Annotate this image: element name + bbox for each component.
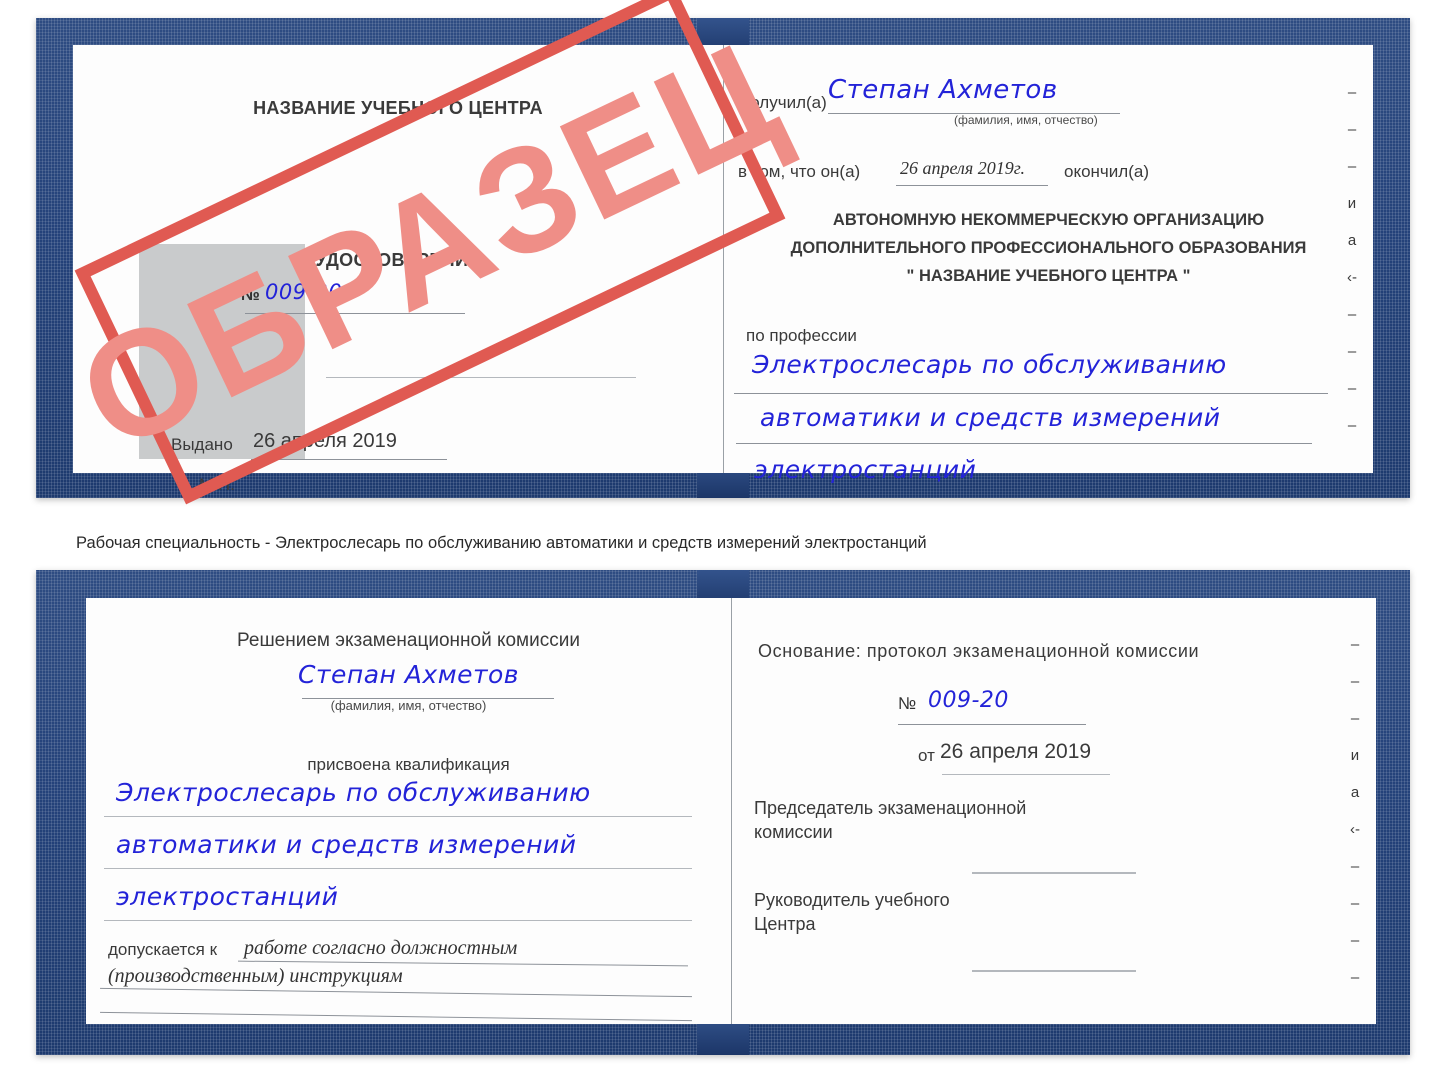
qualification-rule-2 [104,868,692,869]
organization-line-3: " НАЗВАНИЕ УЧЕБНОГО ЦЕНТРА " [906,267,1191,285]
certificate-top: НАЗВАНИЕ УЧЕБНОГО ЦЕНТРА УДОСТОВЕРЕНИЕ №… [36,18,1410,498]
edge-mark: – [1347,121,1357,138]
edge-mark: а [1350,784,1360,801]
edge-mark: – [1347,417,1357,434]
edge-mark: – [1347,306,1357,323]
certificate-bottom-right-page: Основание: протокол экзаменационной коми… [731,598,1376,1024]
recipient-name: Степан Ахметов [828,75,1058,105]
edge-mark: – [1350,932,1360,949]
edge-mark: и [1347,195,1357,212]
protocol-number-value: 009-20 [928,688,1009,713]
blank-rule-1 [326,377,636,378]
edge-mark: ‹- [1350,821,1360,838]
issued-date-value: 26 апреля 2019 [253,430,397,452]
edge-mark: – [1347,158,1357,175]
chairman-label-line-2: комиссии [754,822,833,842]
seal-mark-label: М.П. [199,475,235,494]
organization-line-1: АВТОНОМНУЮ НЕКОММЕРЧЕСКУЮ ОРГАНИЗАЦИЮ [832,211,1265,229]
protocol-number-rule [898,724,1086,725]
holder-name: Степан Ахметов [297,660,520,689]
completion-date-rule [896,185,1048,186]
image-caption: Рабочая специальность - Электрослесарь п… [76,534,927,552]
edge-mark: – [1350,636,1360,653]
number-symbol: № [241,285,260,304]
edge-mark: а [1347,232,1357,249]
edge-mark: – [1347,343,1357,360]
certificate-top-spread: НАЗВАНИЕ УЧЕБНОГО ЦЕНТРА УДОСТОВЕРЕНИЕ №… [73,45,1373,494]
organization-line-2: ДОПОЛНИТЕЛЬНОГО ПРОФЕССИОНАЛЬНОГО ОБРАЗО… [790,239,1307,257]
finished-label: окончил(а) [1064,162,1149,181]
certificate-bottom: Решением экзаменационной комиссии Степан… [36,570,1410,1055]
admitted-rule-3 [100,1011,692,1022]
that-he-label: в том, что он(а) [738,162,861,181]
head-label-line-2: Центра [754,914,816,934]
fio-hint: (фамилия, имя, отчество) [330,698,487,713]
certificate-top-left-page: НАЗВАНИЕ УЧЕБНОГО ЦЕНТРА УДОСТОВЕРЕНИЕ №… [73,45,723,494]
issued-rule [251,459,447,460]
edge-mark: – [1350,710,1360,727]
profession-line-1: Электрослесарь по обслуживанию [752,350,1227,379]
protocol-date-value: 26 апреля 2019 [940,740,1092,763]
edge-mark: – [1350,673,1360,690]
profession-line-2: автоматики и средств измерений [760,403,1221,432]
number-rule [245,313,465,314]
photo-placeholder [139,244,305,459]
from-label: от [918,746,935,765]
edge-page-marks-bottom: – – – и а ‹- – – – – [1342,598,1368,1024]
qualification-label: присвоена квалификация [307,755,510,774]
admitted-line-1: работе согласно должностным [244,937,518,959]
certificate-bottom-left-page: Решением экзаменационной комиссии Степан… [86,598,731,1024]
training-center-name: НАЗВАНИЕ УЧЕБНОГО ЦЕНТРА [253,98,543,118]
head-label-line-1: Руководитель учебного [754,890,950,910]
edge-mark: ‹- [1347,269,1357,286]
edge-mark: – [1347,84,1357,101]
edge-mark: – [1350,858,1360,875]
certificate-bottom-spread: Решением экзаменационной комиссии Степан… [86,598,1376,1024]
profession-line-3: электростанций [754,455,977,484]
received-label: Получил(а) [738,93,827,112]
fio-hint: (фамилия, имя, отчество) [954,113,1098,127]
edge-mark: – [1350,895,1360,912]
edge-mark: – [1347,380,1357,397]
certificate-number-value: 009-20 [265,280,343,304]
qualification-rule-1 [104,816,692,817]
completion-date: 26 апреля 2019г. [900,158,1026,178]
document-type-title: УДОСТОВЕРЕНИЕ [315,250,481,270]
qualification-line-2: автоматики и средств измерений [116,830,577,859]
admitted-rule-2 [100,987,692,998]
protocol-number-symbol: № [898,694,917,713]
protocol-date-rule [942,774,1110,775]
qualification-line-1: Электрослесарь по обслуживанию [116,778,591,807]
commission-decision-heading: Решением экзаменационной комиссии [237,630,580,651]
head-signature-rule [972,970,1136,972]
edge-mark: и [1350,747,1360,764]
admitted-label: допускается к [108,940,218,959]
qualification-line-3: электростанций [116,882,339,911]
chairman-signature-rule [972,872,1136,874]
profession-label: по профессии [746,326,857,345]
profession-rule-2 [736,443,1312,444]
basis-label: Основание: протокол экзаменационной коми… [758,641,1200,661]
issued-label: Выдано [171,435,233,454]
profession-rule-1 [734,393,1328,394]
edge-page-marks-top: – – – и а ‹- – – – – [1339,45,1365,473]
edge-mark: – [1350,969,1360,986]
qualification-rule-3 [104,920,692,921]
admitted-line-2: (производственным) инструкциям [108,965,403,987]
chairman-label-line-1: Председатель экзаменационной [754,798,1027,818]
certificate-top-right-page: Получил(а) Степан Ахметов (фамилия, имя,… [723,45,1373,484]
